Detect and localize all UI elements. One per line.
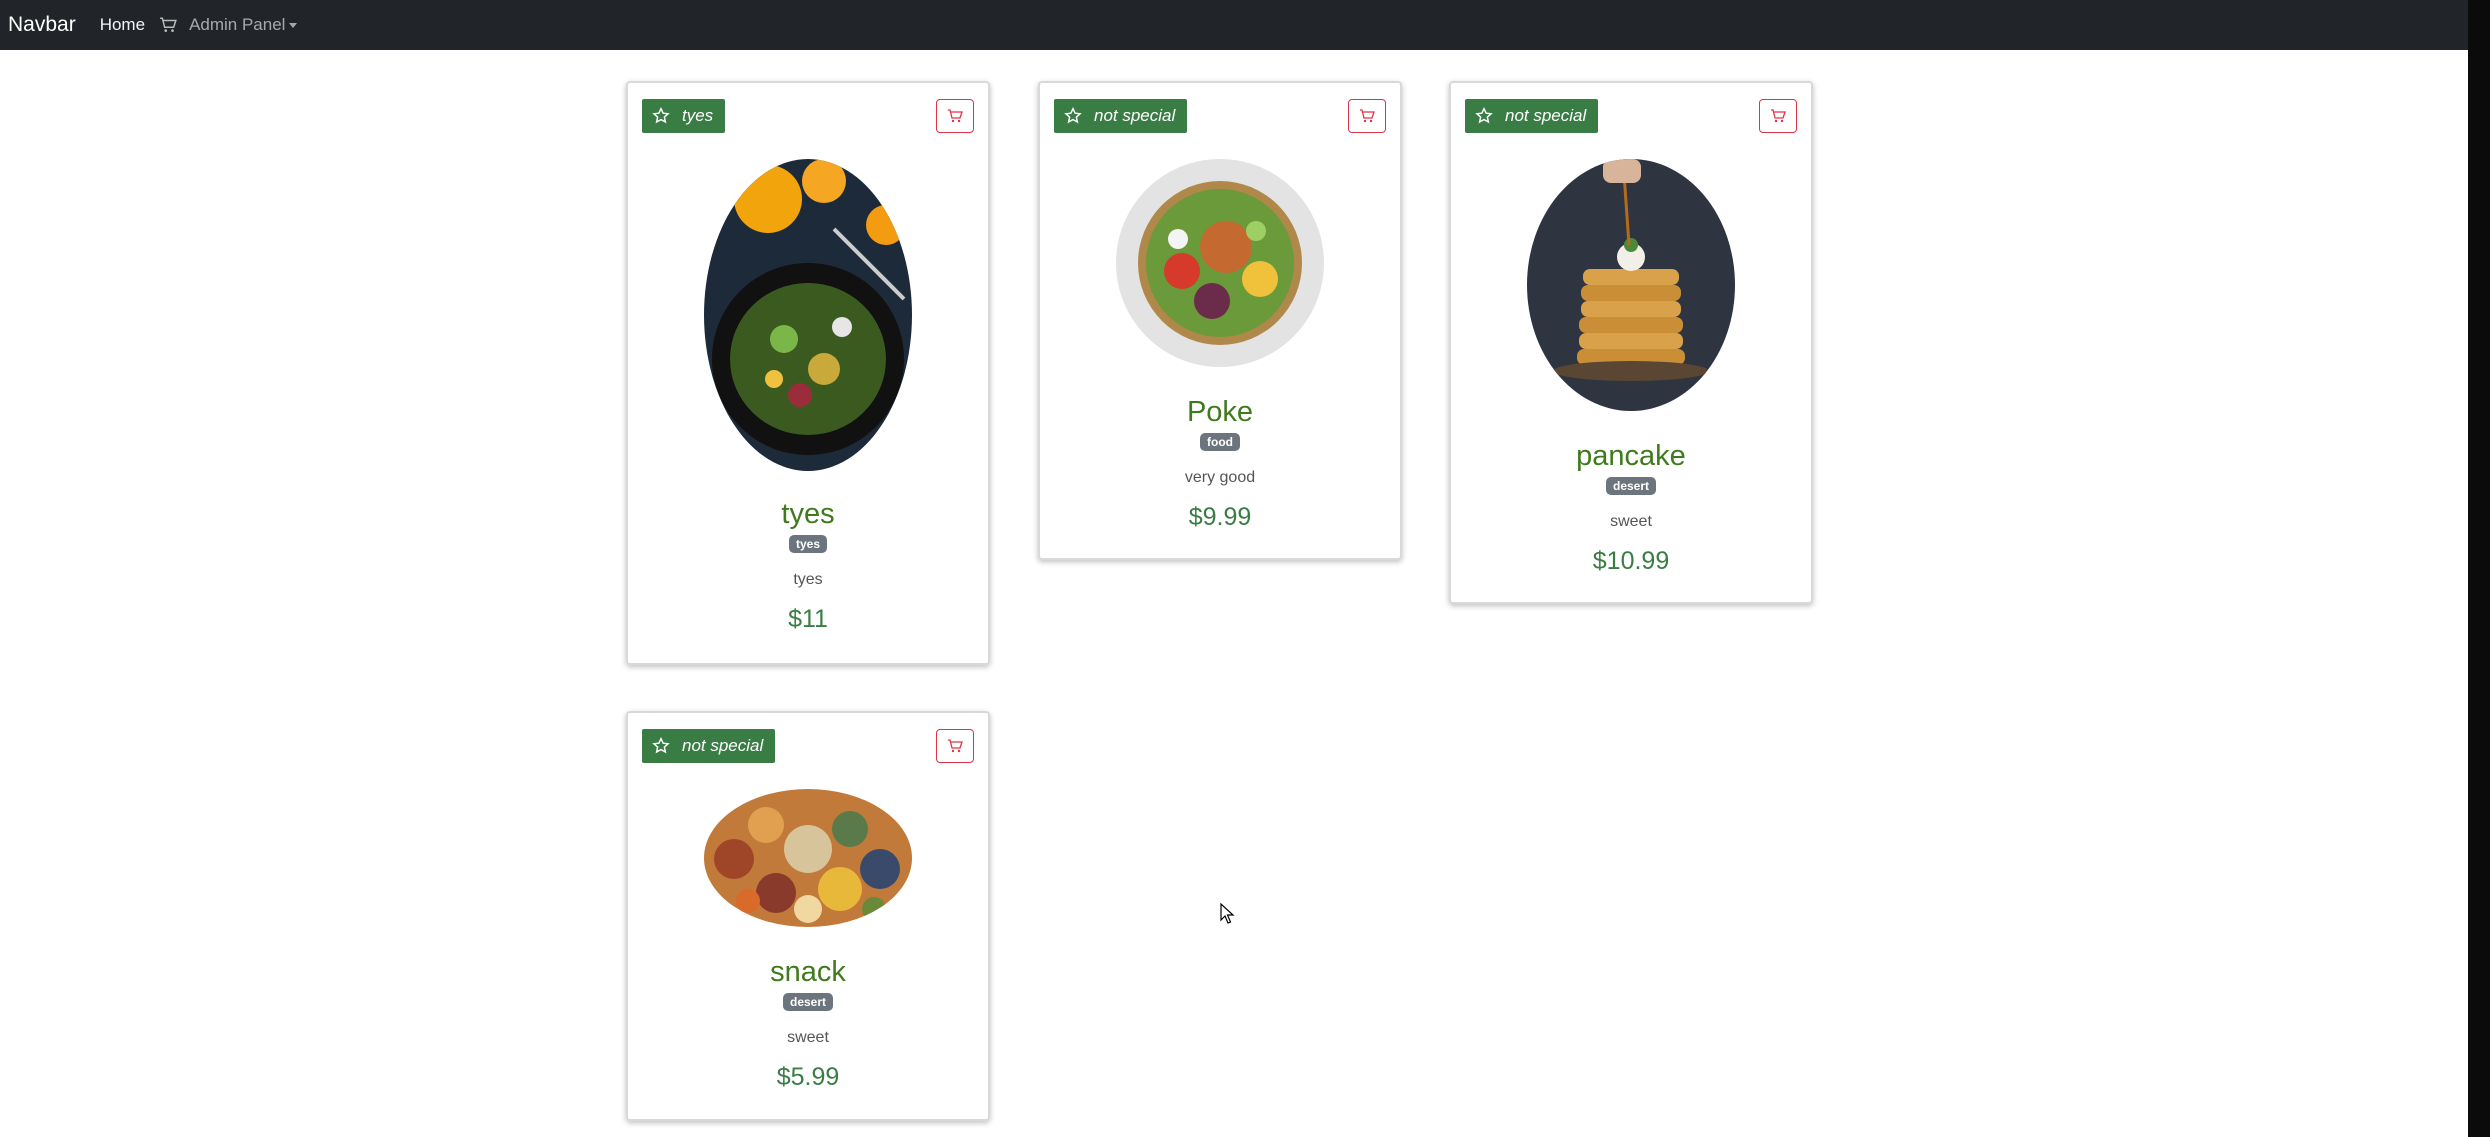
product-card: not special snack desert sweet $5.99 — [626, 711, 990, 1121]
product-image — [1527, 159, 1735, 411]
product-name: Poke — [1186, 396, 1254, 428]
product-image — [1116, 159, 1324, 367]
chevron-down-icon — [289, 22, 298, 28]
product-price: $10.99 — [1592, 547, 1670, 575]
product-price: $11 — [788, 605, 828, 633]
special-label: not special — [1505, 106, 1587, 125]
cart-icon — [1360, 109, 1375, 123]
product-price: $9.99 — [1188, 503, 1252, 531]
star-icon — [1064, 107, 1082, 124]
product-description: very good — [1184, 469, 1256, 486]
product-image — [704, 159, 912, 471]
special-badge: not special — [1054, 99, 1188, 133]
nav-home-link[interactable]: Home — [100, 15, 145, 35]
category-badge: desert — [1605, 477, 1657, 495]
product-card: tyes tyes tyes tyes $11 — [626, 81, 990, 665]
add-to-cart-button[interactable] — [936, 99, 974, 133]
special-badge: not special — [642, 729, 776, 763]
star-icon — [1475, 107, 1493, 124]
admin-panel-dropdown[interactable]: Admin Panel — [189, 15, 298, 35]
add-to-cart-button[interactable] — [1348, 99, 1386, 133]
special-badge: tyes — [642, 99, 726, 133]
product-image — [704, 789, 912, 927]
product-name: snack — [770, 956, 846, 988]
star-icon — [652, 737, 670, 754]
product-description: sweet — [787, 1029, 829, 1046]
product-card: not special Poke food very good $9.99 — [1038, 81, 1402, 560]
special-label: tyes — [682, 106, 714, 125]
product-name: pancake — [1576, 440, 1686, 472]
add-to-cart-button[interactable] — [1759, 99, 1797, 133]
mouse-cursor-icon — [1220, 903, 1235, 924]
cart-icon — [1771, 109, 1786, 123]
special-badge: not special — [1465, 99, 1599, 133]
cart-icon — [948, 739, 963, 753]
product-card: not special pancake desert sweet $10.99 — [1449, 81, 1813, 604]
category-badge: desert — [782, 993, 834, 1011]
category-badge: tyes — [788, 535, 828, 553]
window-edge — [2468, 0, 2490, 1137]
product-description: sweet — [1610, 513, 1652, 530]
add-to-cart-button[interactable] — [936, 729, 974, 763]
category-badge: food — [1200, 433, 1240, 451]
admin-panel-label: Admin Panel — [189, 15, 286, 34]
product-name: tyes — [781, 498, 835, 530]
special-label: not special — [682, 736, 764, 755]
cart-icon — [948, 109, 963, 123]
special-label: not special — [1094, 106, 1176, 125]
star-icon — [652, 107, 670, 124]
product-description: tyes — [793, 571, 823, 588]
cart-icon[interactable] — [159, 16, 177, 34]
navbar-brand[interactable]: Navbar — [8, 13, 76, 37]
product-price: $5.99 — [776, 1063, 840, 1091]
navbar: Navbar Home Admin Panel — [0, 0, 2468, 50]
